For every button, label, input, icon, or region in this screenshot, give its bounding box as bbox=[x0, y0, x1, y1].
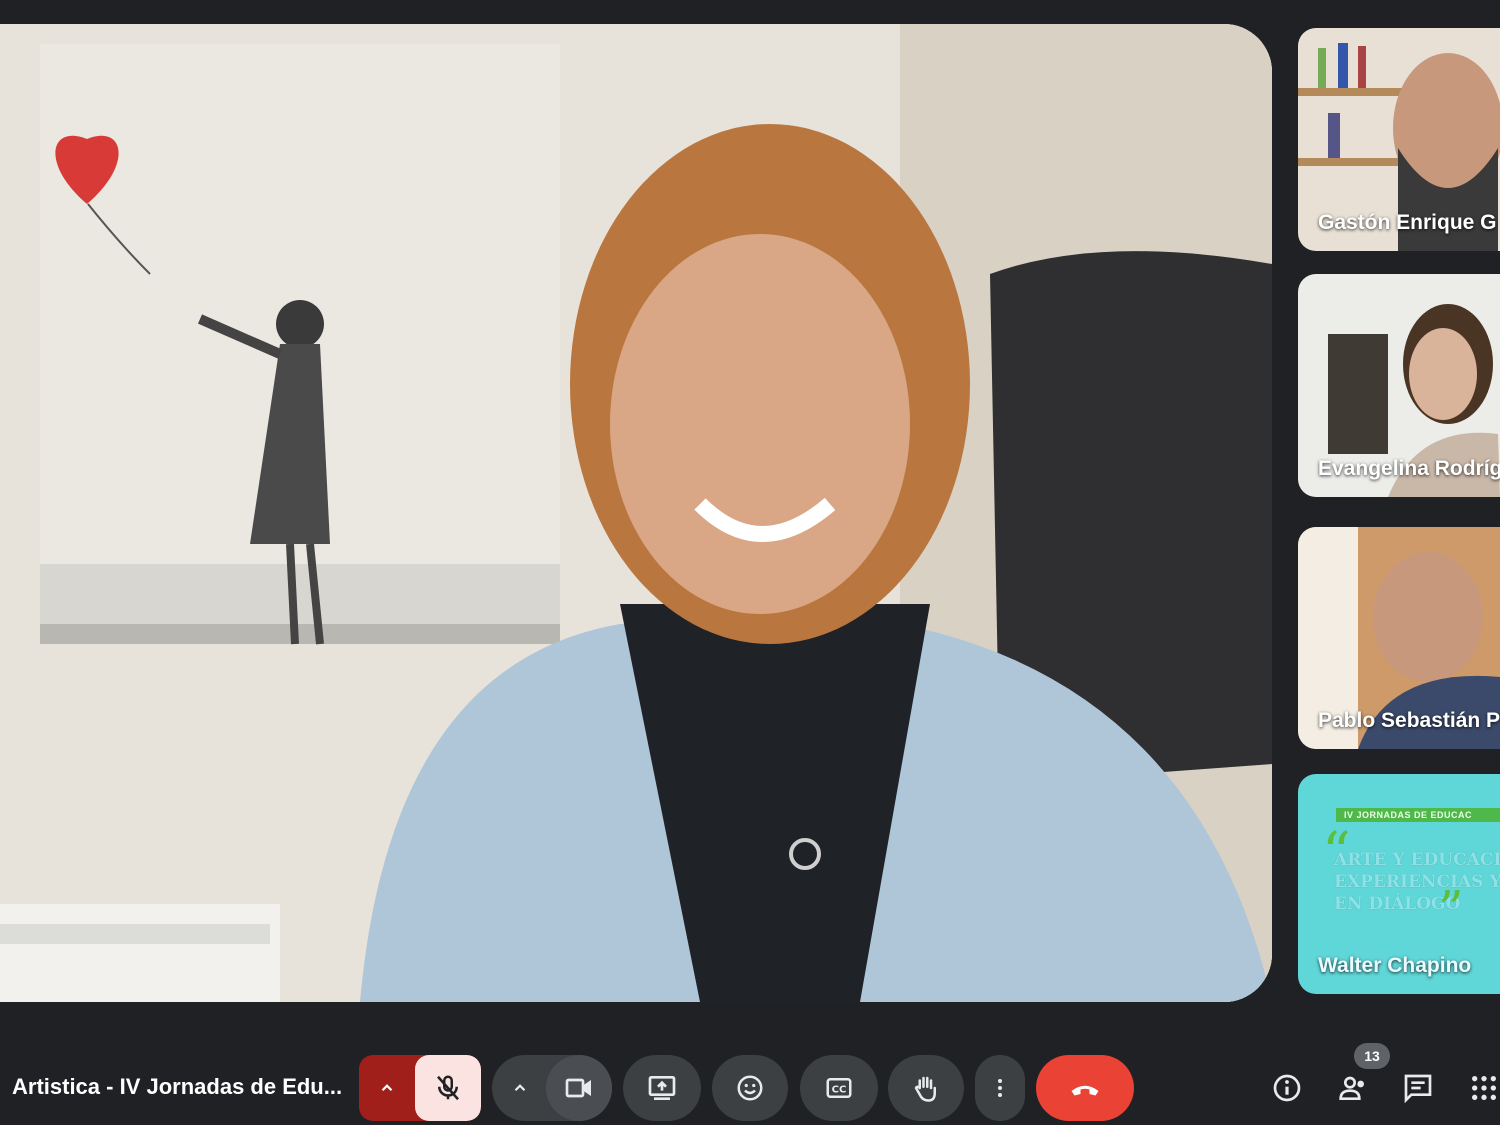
speaker-video-frame bbox=[0, 24, 1272, 1002]
presentation-header: IV JORNADAS DE EDUCAC bbox=[1336, 808, 1500, 822]
meeting-details-button[interactable] bbox=[1267, 1068, 1307, 1108]
more-options-button[interactable] bbox=[975, 1055, 1025, 1121]
presentation-line: ARTE Y EDUCACIÓ bbox=[1334, 850, 1500, 870]
people-button[interactable] bbox=[1334, 1068, 1374, 1108]
reactions-button[interactable] bbox=[712, 1055, 788, 1121]
chevron-up-icon bbox=[514, 1084, 526, 1092]
presentation-tile[interactable]: IV JORNADAS DE EDUCAC “ ARTE Y EDUCACIÓ … bbox=[1298, 774, 1500, 994]
info-icon bbox=[1273, 1074, 1301, 1102]
chevron-up-icon bbox=[381, 1084, 393, 1092]
participant-count-badge: 13 bbox=[1354, 1043, 1390, 1069]
chat-icon bbox=[1404, 1074, 1432, 1104]
mic-off-icon bbox=[437, 1075, 459, 1101]
camera-control bbox=[492, 1055, 612, 1121]
chat-button[interactable] bbox=[1398, 1068, 1438, 1108]
participant-tile[interactable]: Pablo Sebastián P bbox=[1298, 527, 1500, 749]
svg-text:CC: CC bbox=[832, 1084, 847, 1095]
activities-button[interactable] bbox=[1464, 1068, 1500, 1108]
apps-grid-icon bbox=[1472, 1076, 1496, 1100]
video-options-button[interactable] bbox=[492, 1055, 548, 1121]
videocam-icon bbox=[565, 1078, 591, 1098]
captions-button[interactable]: CC bbox=[800, 1055, 878, 1121]
presentation-line: EXPERIENCIAS Y P bbox=[1334, 872, 1500, 892]
main-speaker-video[interactable] bbox=[0, 24, 1272, 1002]
leave-call-button[interactable] bbox=[1036, 1055, 1134, 1121]
participant-name: Walter Chapino bbox=[1318, 954, 1472, 977]
participant-name: Evangelina Rodríg bbox=[1318, 457, 1500, 480]
participant-tile[interactable]: Gastón Enrique G bbox=[1298, 28, 1500, 251]
mic-toggle-button[interactable] bbox=[415, 1055, 481, 1121]
participant-tile[interactable]: Evangelina Rodríg bbox=[1298, 274, 1500, 497]
mic-control bbox=[359, 1055, 481, 1121]
closed-captions-icon: CC bbox=[826, 1078, 852, 1098]
present-screen-icon bbox=[648, 1076, 676, 1100]
audio-options-button[interactable] bbox=[359, 1055, 415, 1121]
camera-toggle-button[interactable] bbox=[546, 1055, 612, 1121]
participant-name: Pablo Sebastián P bbox=[1318, 709, 1500, 732]
meeting-title: Artistica - IV Jornadas de Edu... bbox=[12, 1074, 343, 1099]
raise-hand-button[interactable] bbox=[888, 1055, 964, 1121]
raise-hand-icon bbox=[914, 1076, 936, 1102]
quote-close-icon: ” bbox=[1438, 880, 1464, 938]
emoji-icon bbox=[737, 1075, 763, 1101]
people-icon bbox=[1339, 1076, 1364, 1100]
present-button[interactable] bbox=[623, 1055, 701, 1121]
more-vert-icon bbox=[998, 1079, 1002, 1097]
call-end-icon bbox=[1071, 1085, 1099, 1096]
participant-name: Gastón Enrique G bbox=[1318, 211, 1497, 234]
